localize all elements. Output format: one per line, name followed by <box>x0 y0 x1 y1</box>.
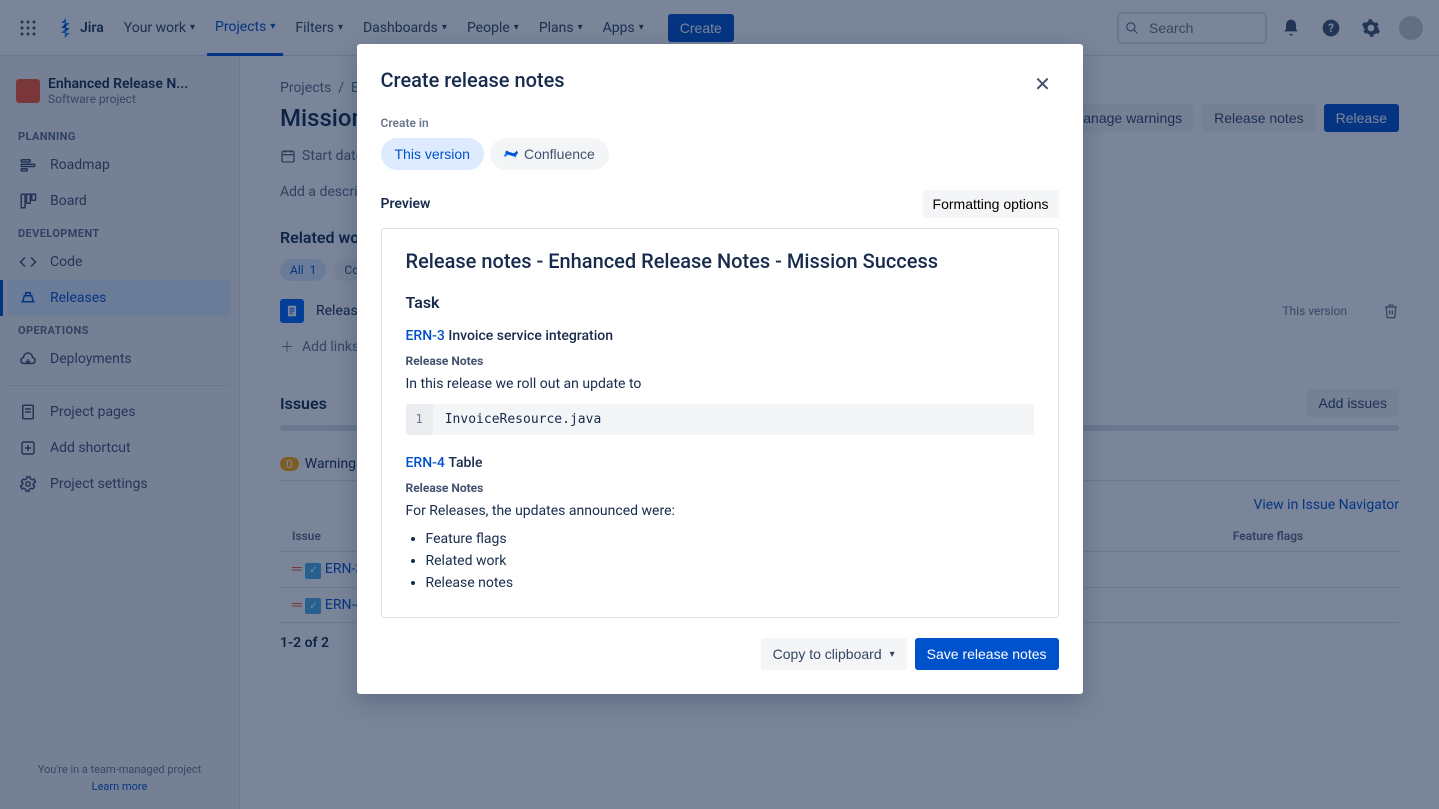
close-icon: ✕ <box>1034 74 1051 96</box>
preview-issue-1-title: ERN-3 Invoice service integration <box>406 328 1034 344</box>
issue-2-body: For Releases, the updates announced were… <box>406 503 1034 519</box>
confluence-icon <box>504 147 518 161</box>
preview-issue-2-title: ERN-4 Table <box>406 455 1034 471</box>
code-line-number: 1 <box>406 404 433 435</box>
modal-title: Create release notes <box>381 68 565 92</box>
release-notes-label: Release Notes <box>406 481 1034 495</box>
formatting-options-button[interactable]: Formatting options <box>923 190 1059 218</box>
create-in-label: Create in <box>381 116 1059 130</box>
code-block: 1 InvoiceResource.java <box>406 404 1034 435</box>
modal-overlay: Create release notes ✕ Create in This ve… <box>0 0 1439 809</box>
toggle-confluence[interactable]: Confluence <box>490 138 609 170</box>
issue-link[interactable]: ERN-4 <box>406 455 445 471</box>
list-item: Release notes <box>426 575 1034 591</box>
release-notes-label: Release Notes <box>406 354 1034 368</box>
copy-to-clipboard-button[interactable]: Copy to clipboard ▾ <box>761 638 907 670</box>
preview-box: Release notes - Enhanced Release Notes -… <box>381 228 1059 618</box>
issue-1-body: In this release we roll out an update to <box>406 376 1034 392</box>
preview-title: Release notes - Enhanced Release Notes -… <box>406 249 1034 273</box>
save-release-notes-button[interactable]: Save release notes <box>915 638 1059 670</box>
list-item: Related work <box>426 553 1034 569</box>
create-release-notes-modal: Create release notes ✕ Create in This ve… <box>357 44 1083 694</box>
code-content: InvoiceResource.java <box>433 404 614 435</box>
issue-2-bullets: Feature flags Related work Release notes <box>406 531 1034 591</box>
close-button[interactable]: ✕ <box>1027 68 1059 100</box>
preview-label: Preview <box>381 196 431 212</box>
list-item: Feature flags <box>426 531 1034 547</box>
toggle-this-version[interactable]: This version <box>381 138 484 170</box>
issue-link[interactable]: ERN-3 <box>406 328 445 344</box>
chevron-down-icon: ▾ <box>890 649 895 660</box>
preview-section-task: Task <box>406 293 1034 312</box>
